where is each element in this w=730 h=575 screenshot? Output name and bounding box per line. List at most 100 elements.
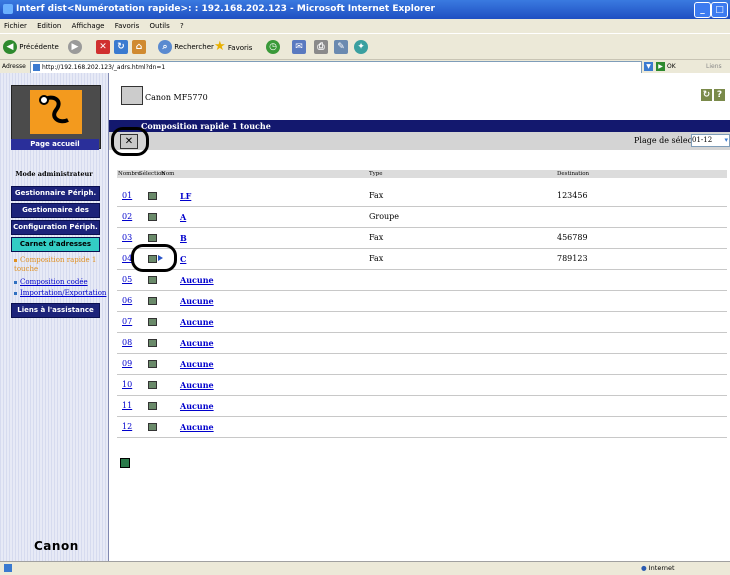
table-row: 06 Aucune [117, 291, 727, 312]
table-row: 11 Aucune [117, 396, 727, 417]
window-title-bar: Interf dist<Numérotation rapide>: : 192.… [0, 0, 730, 19]
globe-icon: ● [641, 564, 647, 572]
edit-button[interactable]: ✎ [334, 39, 348, 55]
selection-checkbox[interactable] [148, 402, 157, 410]
range-select[interactable]: 01-12 ▾ [691, 134, 730, 147]
row-name-link[interactable]: Aucune [180, 401, 214, 411]
history-button[interactable]: ◷ [266, 39, 280, 55]
selection-checkbox[interactable] [148, 276, 157, 284]
refresh-button[interactable]: ↻ [114, 39, 128, 55]
row-number[interactable]: 12 [122, 422, 132, 431]
row-number[interactable]: 02 [122, 212, 132, 221]
sub-item-coded-dial[interactable]: Composition codée [14, 278, 88, 286]
help-icon[interactable]: ? [714, 89, 725, 101]
row-number[interactable]: 08 [122, 338, 132, 347]
links-label[interactable]: Liens [706, 63, 722, 70]
maximize-button[interactable]: □ [711, 2, 728, 18]
range-select-value: 01-12 [692, 136, 713, 144]
row-number[interactable]: 11 [122, 401, 132, 410]
home-button[interactable]: ⌂ [132, 39, 146, 55]
row-name-link[interactable]: Aucune [180, 359, 214, 369]
menu-file[interactable]: Fichier [4, 22, 27, 30]
table-footer-icon[interactable] [120, 458, 130, 468]
selection-checkbox[interactable] [148, 339, 157, 347]
table-header: Nombre Sélection Nom Type Destination [117, 170, 727, 178]
chevron-down-icon: ▾ [724, 136, 728, 144]
go-arrow-icon[interactable]: ▶ [656, 62, 665, 71]
back-label: Précédente [19, 43, 59, 51]
row-type: Groupe [369, 212, 400, 221]
address-label: Adresse [2, 63, 26, 70]
home-icon: ⌂ [132, 40, 146, 54]
sub-item-speed-dial[interactable]: Composition rapide 1 touche [14, 256, 106, 274]
row-name-link[interactable]: Aucune [180, 275, 214, 285]
row-separator [117, 437, 727, 438]
row-name-link[interactable]: Aucune [180, 380, 214, 390]
menu-tools[interactable]: Outils [150, 22, 170, 30]
nav-support-links[interactable]: Liens à l'assistance [11, 303, 100, 318]
row-number[interactable]: 10 [122, 380, 132, 389]
stop-button[interactable]: ✕ [96, 39, 110, 55]
row-number[interactable]: 09 [122, 359, 132, 368]
bullet-icon [14, 258, 17, 262]
nav-job-manager[interactable]: Gestionnaire des travaux [11, 203, 100, 227]
address-dropdown-icon[interactable]: ▼ [644, 62, 653, 71]
internet-zone-label: Internet [648, 564, 675, 572]
row-name-link[interactable]: B [180, 233, 187, 243]
row-number[interactable]: 03 [122, 233, 132, 242]
sub-item-import-export-label: Importation/Exportation [20, 289, 107, 297]
page-status-icon [4, 564, 12, 572]
selection-checkbox[interactable] [148, 381, 157, 389]
table-row: 10 Aucune [117, 375, 727, 396]
forward-button[interactable]: ▶ [68, 39, 82, 55]
print-button[interactable]: ⎙ [314, 39, 328, 55]
sub-item-import-export[interactable]: Importation/Exportation [14, 289, 106, 297]
table-row: 12 Aucune [117, 417, 727, 438]
menu-help[interactable]: ? [180, 22, 184, 30]
selection-checkbox[interactable] [148, 318, 157, 326]
selection-checkbox[interactable] [148, 213, 157, 221]
back-button[interactable]: ◀ Précédente [3, 39, 59, 55]
menu-view[interactable]: Affichage [72, 22, 105, 30]
internet-zone: ● Internet [641, 564, 675, 572]
row-number[interactable]: 05 [122, 275, 132, 284]
nav-address-book[interactable]: Carnet d'adresses [11, 237, 100, 252]
menu-edit[interactable]: Edition [37, 22, 61, 30]
nav-device-config[interactable]: Configuration Périph. [11, 220, 100, 235]
row-number[interactable]: 07 [122, 317, 132, 326]
selection-checkbox[interactable] [148, 423, 157, 431]
minimize-button[interactable]: _ [694, 2, 711, 18]
favorites-button[interactable]: ★ Favoris [214, 39, 252, 55]
row-name-link[interactable]: C [180, 254, 186, 264]
row-name-link[interactable]: Aucune [180, 338, 214, 348]
selection-checkbox[interactable] [148, 234, 157, 242]
selection-checkbox[interactable] [148, 192, 157, 200]
go-button[interactable]: OK [667, 63, 676, 70]
search-button[interactable]: ⌕ Rechercher [158, 39, 214, 55]
selection-checkbox[interactable] [148, 360, 157, 368]
section-title: Composition rapide 1 touche [141, 121, 271, 131]
row-number[interactable]: 01 [122, 191, 132, 200]
row-name-link[interactable]: LF [180, 191, 191, 201]
row-name-link[interactable]: Aucune [180, 317, 214, 327]
menu-favorites[interactable]: Favoris [115, 22, 140, 30]
browser-toolbar: ◀ Précédente ▶ ✕ ↻ ⌂ ⌕ Rechercher ★ Favo… [0, 33, 730, 60]
col-type: Type [369, 171, 383, 177]
address-bar: Adresse http://192.168.202.123/_adrs.htm… [0, 59, 730, 74]
messenger-button[interactable]: ✦ [354, 39, 368, 55]
col-name: Nom [161, 171, 175, 177]
row-name-link[interactable]: Aucune [180, 296, 214, 306]
bullet-icon [14, 291, 17, 295]
refresh-page-icon[interactable]: ↻ [701, 89, 712, 101]
nav-device-manager[interactable]: Gestionnaire Périph. [11, 186, 100, 201]
mail-button[interactable]: ✉ [292, 39, 306, 55]
sub-item-speed-dial-label: Composition rapide 1 touche [14, 256, 97, 273]
home-button[interactable]: Page accueil [11, 139, 99, 150]
selection-checkbox[interactable] [148, 297, 157, 305]
row-type: Fax [369, 233, 384, 242]
row-number[interactable]: 06 [122, 296, 132, 305]
col-destination: Destination [557, 171, 590, 177]
row-name-link[interactable]: Aucune [180, 422, 214, 432]
table-row: 01 LF Fax 123456 [117, 186, 727, 207]
row-name-link[interactable]: A [180, 212, 186, 222]
